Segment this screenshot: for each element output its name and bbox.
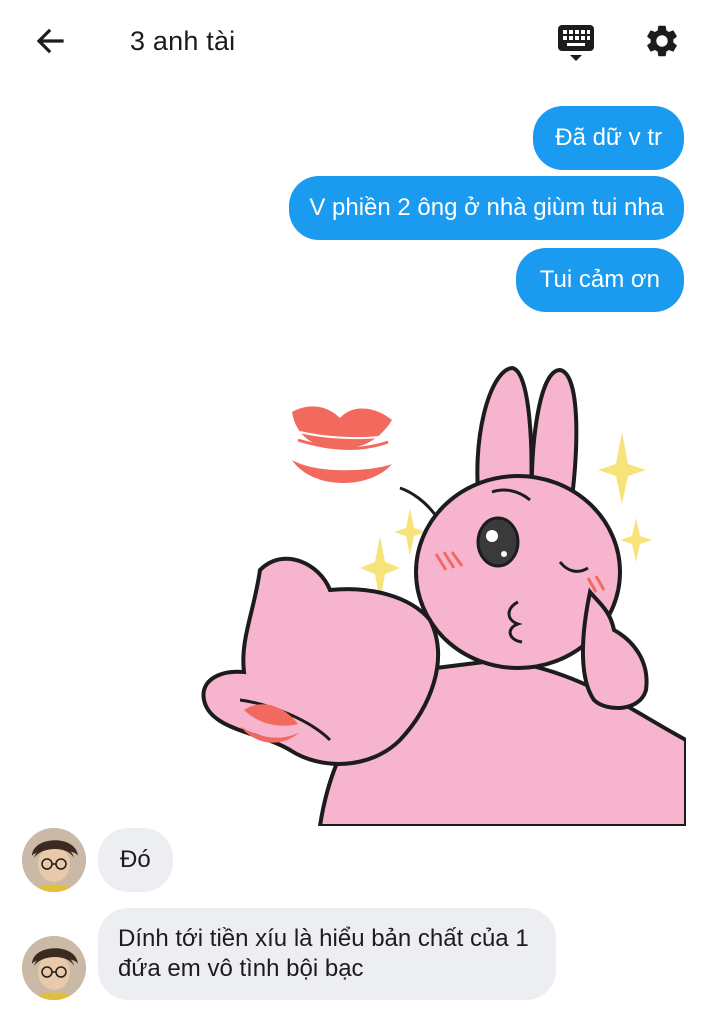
conversation-title[interactable]: 3 anh tài — [130, 24, 235, 58]
avatar-image — [22, 936, 86, 1000]
incoming-message[interactable]: Dính tới tiền xíu là hiểu bản chất của 1… — [98, 908, 556, 1000]
outgoing-message[interactable]: Tui cảm ơn — [515, 248, 684, 312]
outgoing-message[interactable]: V phiền 2 ông ở nhà giùm tui nha — [289, 176, 684, 240]
avatar[interactable] — [22, 828, 86, 892]
keyboard-button[interactable] — [552, 20, 600, 66]
incoming-message[interactable]: Đó — [98, 828, 173, 892]
chat-screen: 3 anh tài Đã dữ v tr V phiền 2 ông ở nhà… — [0, 0, 706, 1014]
bunny-kiss-sticker[interactable] — [200, 340, 686, 826]
keyboard-icon — [558, 25, 594, 61]
arrow-left-icon — [36, 28, 64, 54]
outgoing-message[interactable]: Đã dữ v tr — [533, 106, 684, 170]
lips-icon — [292, 406, 392, 484]
avatar-image — [22, 828, 86, 892]
back-button[interactable] — [24, 18, 76, 64]
settings-button[interactable] — [638, 18, 686, 64]
gear-icon — [647, 25, 677, 57]
avatar[interactable] — [22, 936, 86, 1000]
chat-header: 3 anh tài — [0, 0, 706, 84]
